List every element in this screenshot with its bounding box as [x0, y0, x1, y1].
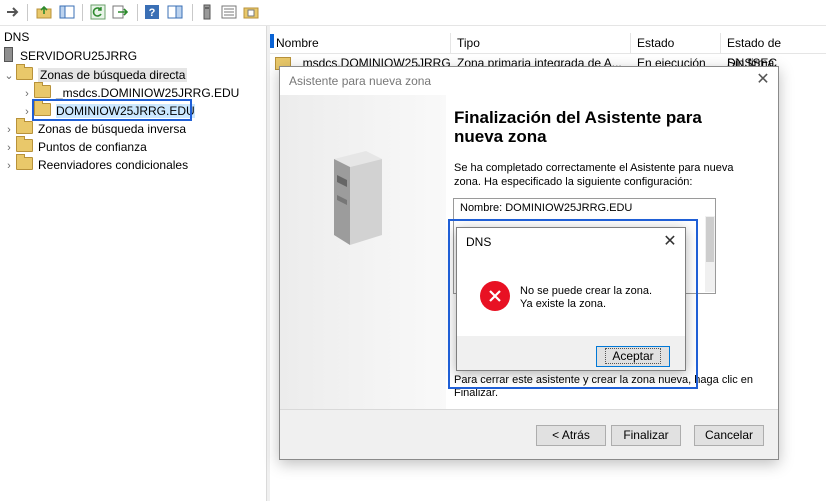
tree-msdcs-label: _msdcs.DOMINIOW25JRRG.EDU: [56, 86, 240, 100]
tree-root-label: DNS: [4, 30, 30, 44]
chevron-down-icon[interactable]: ⌄: [2, 67, 16, 85]
wizard-heading: Finalización del Asistente para nueva zo…: [454, 108, 702, 146]
wizard-intro: Se ha completado correctamente el Asiste…: [454, 162, 734, 188]
chevron-right-icon[interactable]: ›: [2, 139, 16, 157]
list-header: Nombre Tipo Estado Estado de DNSSEC: [270, 33, 826, 70]
toolbar-separator: [82, 4, 83, 21]
chevron-right-icon[interactable]: ›: [2, 157, 16, 175]
server-icon: [4, 47, 13, 62]
tree-conditional-forwarders-label: Reenviadores condicionales: [38, 158, 189, 172]
cancel-button[interactable]: Cancelar: [694, 425, 764, 446]
toolbar-separator: [137, 4, 138, 21]
tree-conditional-forwarders[interactable]: › Reenviadores condicionales: [2, 154, 189, 175]
tree-reverse-zones-label: Zonas de búsqueda inversa: [38, 122, 187, 136]
close-icon[interactable]: ✕: [753, 70, 773, 90]
tree-root-dns[interactable]: DNS: [4, 28, 29, 46]
help-icon[interactable]: ?: [143, 3, 161, 21]
column-header-name[interactable]: Nombre: [270, 33, 451, 53]
folder-up-icon[interactable]: [35, 3, 53, 21]
zone-folder-icon[interactable]: [242, 3, 260, 21]
wizard-footer-divider: [280, 409, 778, 410]
dialog-highlight-box: [448, 219, 698, 389]
tree-forward-zones-label: Zonas de búsqueda directa: [38, 68, 188, 82]
show-pane-icon[interactable]: [166, 3, 184, 21]
column-header-dnssec[interactable]: Estado de DNSSEC: [721, 33, 826, 70]
scrollbar-thumb[interactable]: [706, 217, 714, 262]
show-tree-icon[interactable]: [58, 3, 76, 21]
folder-icon: [16, 64, 33, 80]
tree-forward-zones[interactable]: ⌄ Zonas de búsqueda directa: [2, 64, 188, 85]
tree-trust-points-label: Puntos de confianza: [38, 140, 147, 154]
chevron-right-icon[interactable]: ›: [2, 121, 16, 139]
export-icon[interactable]: [111, 3, 129, 21]
console-tree: DNS SERVIDORU25JRRG ⌄ Zonas de búsqueda d…: [0, 26, 266, 501]
back-arrow-icon[interactable]: [4, 3, 22, 21]
toolbar-separator: [27, 4, 28, 21]
wizard-side-panel: [280, 95, 446, 409]
server-icon[interactable]: [198, 3, 216, 21]
tree-server[interactable]: SERVIDORU25JRRG: [4, 47, 137, 65]
focus-marker: [270, 34, 274, 48]
wizard-title: Asistente para nueva zona: [289, 74, 432, 88]
folder-icon: [16, 154, 33, 170]
summary-text: Nombre: DOMINIOW25JRRG.EDU: [460, 202, 633, 214]
column-header-type[interactable]: Tipo: [451, 33, 631, 53]
wizard-titlebar: Asistente para nueva zona ✕: [280, 67, 778, 95]
server-illustration-icon: [334, 151, 382, 245]
folder-icon: [16, 118, 33, 134]
svg-text:?: ?: [149, 7, 156, 19]
folder-icon: [16, 136, 33, 152]
tree-reverse-zones[interactable]: › Zonas de búsqueda inversa: [2, 118, 187, 139]
list-icon[interactable]: [220, 3, 238, 21]
tree-highlight-box: [32, 99, 192, 121]
summary-scrollbar[interactable]: [705, 216, 715, 292]
back-button[interactable]: < Atrás: [536, 425, 606, 446]
finish-button[interactable]: Finalizar: [611, 425, 681, 446]
tree-server-label: SERVIDORU25JRRG: [20, 49, 138, 63]
column-header-status[interactable]: Estado: [631, 33, 721, 53]
toolbar: ?: [0, 0, 826, 26]
refresh-icon[interactable]: [89, 3, 107, 21]
zone-folder-icon: [34, 82, 51, 98]
toolbar-separator: [192, 4, 193, 21]
pane-splitter[interactable]: [266, 26, 270, 501]
